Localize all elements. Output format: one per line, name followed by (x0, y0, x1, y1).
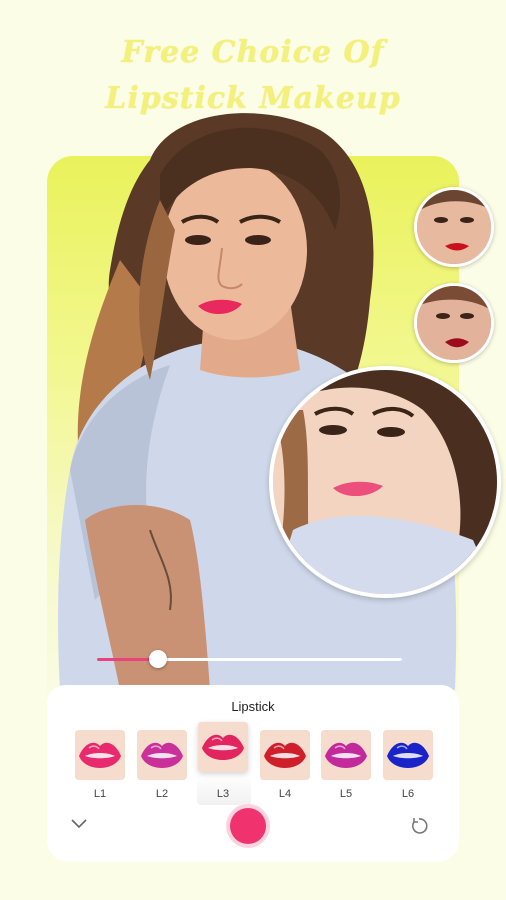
thumbnail-face-2 (417, 286, 491, 360)
model-photo (58, 113, 457, 690)
zoom-preview-face (273, 370, 497, 594)
lipstick-swatch-l5[interactable] (321, 730, 371, 780)
lipstick-label-l1: L1 (93, 788, 107, 800)
lipstick-swatch-l6[interactable] (383, 730, 433, 780)
lipstick-label-l3: L3 (216, 788, 230, 800)
lipstick-label-l4: L4 (278, 788, 292, 800)
lipstick-swatch-l1[interactable] (75, 730, 125, 780)
example-thumbnail-1[interactable] (414, 187, 494, 267)
lipstick-label-l2: L2 (155, 788, 169, 800)
apply-color-button[interactable] (230, 808, 266, 844)
zoom-preview (269, 366, 501, 598)
lipstick-swatch-l4[interactable] (260, 730, 310, 780)
chevron-down-icon[interactable] (70, 818, 88, 830)
intensity-slider[interactable] (97, 650, 402, 668)
lipstick-panel: Lipstick L1 L2 L3 L4 L5 L6 (47, 685, 459, 862)
example-thumbnail-2[interactable] (414, 283, 494, 363)
lipstick-label-l6: L6 (401, 788, 415, 800)
reset-icon[interactable] (409, 816, 429, 836)
thumbnail-face-1 (417, 190, 491, 264)
lipstick-swatch-l3[interactable] (198, 722, 248, 772)
lipstick-swatch-l2[interactable] (137, 730, 187, 780)
intensity-slider-knob[interactable] (149, 650, 167, 668)
panel-title: Lipstick (231, 699, 275, 714)
lipstick-label-l5: L5 (339, 788, 353, 800)
